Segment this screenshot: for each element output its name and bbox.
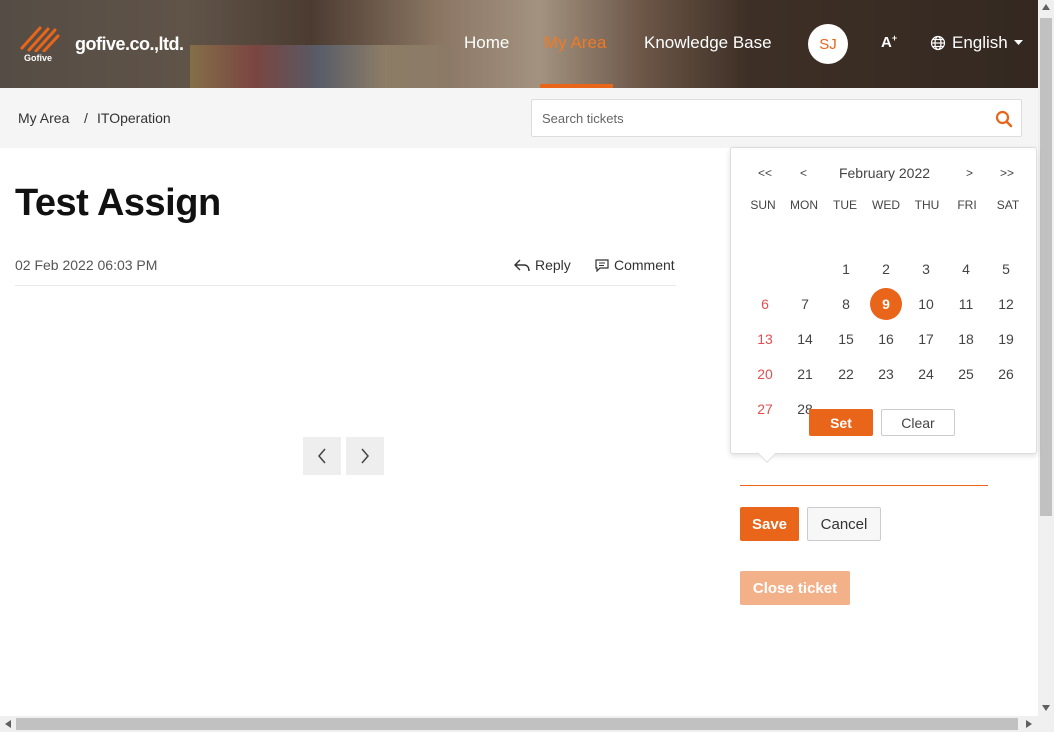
- divider: [15, 285, 676, 286]
- chevron-down-icon: [1013, 40, 1023, 45]
- weekday-wed: WED: [872, 198, 900, 212]
- horizontal-scroll-thumb[interactable]: [16, 718, 1018, 730]
- globe-icon: [930, 35, 946, 51]
- nav-my-area[interactable]: My Area: [544, 33, 606, 53]
- calendar-day[interactable]: 4: [950, 253, 982, 285]
- clear-button[interactable]: Clear: [881, 409, 955, 436]
- language-label: English: [952, 33, 1008, 52]
- sub-bar: My Area / ITOperation: [0, 88, 1038, 148]
- calendar-day[interactable]: 18: [950, 323, 982, 355]
- breadcrumb-itoperation[interactable]: ITOperation: [97, 110, 171, 126]
- scroll-down-icon[interactable]: [1042, 705, 1050, 711]
- calendar-day[interactable]: 5: [990, 253, 1022, 285]
- calendar-day[interactable]: 19: [990, 323, 1022, 355]
- comment-button[interactable]: Comment: [595, 257, 675, 273]
- search-icon[interactable]: [995, 110, 1013, 128]
- vertical-scroll-thumb[interactable]: [1040, 18, 1052, 516]
- calendar-day[interactable]: 11: [950, 288, 982, 320]
- reply-icon: [514, 259, 530, 271]
- reply-button[interactable]: Reply: [514, 257, 571, 273]
- scrollbar-corner: [1038, 716, 1054, 732]
- calendar-day[interactable]: 10: [910, 288, 942, 320]
- avatar[interactable]: SJ: [808, 24, 848, 64]
- calendar-day[interactable]: 22: [830, 358, 862, 390]
- comment-label: Comment: [614, 257, 675, 273]
- calendar-day-selected[interactable]: 9: [870, 288, 902, 320]
- calendar-day[interactable]: 24: [910, 358, 942, 390]
- datepicker: << < February 2022 > >> SUN MON TUE WED …: [730, 147, 1037, 454]
- brand-name: gofive.co.,ltd.: [75, 34, 184, 54]
- search-input[interactable]: [532, 100, 972, 136]
- calendar-day[interactable]: 15: [830, 323, 862, 355]
- next-button[interactable]: [346, 437, 384, 475]
- calendar-day[interactable]: 16: [870, 323, 902, 355]
- weekday-thu: THU: [914, 198, 940, 212]
- cancel-button[interactable]: Cancel: [807, 507, 881, 541]
- language-selector[interactable]: English: [930, 33, 1023, 53]
- active-nav-indicator: [540, 84, 613, 88]
- weekday-sun: SUN: [750, 198, 776, 212]
- calendar-day[interactable]: 26: [990, 358, 1022, 390]
- horizontal-scrollbar[interactable]: [0, 716, 1038, 732]
- calendar-day[interactable]: 2: [870, 253, 902, 285]
- month-label[interactable]: February 2022: [731, 165, 1038, 181]
- calendar-day[interactable]: 17: [910, 323, 942, 355]
- weekday-sat: SAT: [996, 198, 1020, 212]
- breadcrumb-my-area[interactable]: My Area: [18, 110, 69, 126]
- calendar-day[interactable]: 23: [870, 358, 902, 390]
- save-button[interactable]: Save: [740, 507, 799, 541]
- calendar-day[interactable]: 8: [830, 288, 862, 320]
- calendar-day[interactable]: 27: [749, 393, 781, 425]
- calendar-day[interactable]: 20: [749, 358, 781, 390]
- close-ticket-button[interactable]: Close ticket: [740, 571, 850, 605]
- calendar-day[interactable]: 6: [749, 288, 781, 320]
- font-size-icon[interactable]: A+: [881, 33, 897, 51]
- breadcrumb-separator: /: [84, 110, 88, 126]
- chevron-right-icon: [361, 448, 369, 464]
- scroll-up-icon[interactable]: [1042, 4, 1050, 10]
- scroll-right-icon[interactable]: [1026, 720, 1032, 728]
- logo-icon: [20, 26, 60, 52]
- scroll-left-icon[interactable]: [5, 720, 11, 728]
- comment-icon: [595, 258, 609, 272]
- vertical-scrollbar[interactable]: [1038, 0, 1054, 716]
- prev-button[interactable]: [303, 437, 341, 475]
- calendar-day[interactable]: 3: [910, 253, 942, 285]
- weekday-tue: TUE: [833, 198, 857, 212]
- calendar-day[interactable]: 7: [789, 288, 821, 320]
- set-button[interactable]: Set: [809, 409, 873, 436]
- reply-label: Reply: [535, 257, 571, 273]
- calendar-day[interactable]: 1: [830, 253, 862, 285]
- chevron-left-icon: [318, 448, 326, 464]
- calendar-day[interactable]: 13: [749, 323, 781, 355]
- nav-home[interactable]: Home: [464, 33, 509, 53]
- date-field-underline[interactable]: [740, 485, 988, 486]
- calendar-day[interactable]: 14: [789, 323, 821, 355]
- font-size-letter: A: [881, 34, 892, 51]
- next-month-button[interactable]: >: [966, 166, 973, 180]
- ticket-date: 02 Feb 2022 06:03 PM: [15, 257, 158, 273]
- calendar-day[interactable]: 25: [950, 358, 982, 390]
- nav-knowledge-base[interactable]: Knowledge Base: [644, 33, 772, 53]
- logo-text: Gofive: [24, 53, 53, 63]
- next-year-button[interactable]: >>: [1000, 166, 1014, 180]
- calendar-day[interactable]: 21: [789, 358, 821, 390]
- calendar-day[interactable]: 12: [990, 288, 1022, 320]
- search-box: [531, 99, 1022, 137]
- page-title: Test Assign: [15, 182, 221, 224]
- weekday-mon: MON: [790, 198, 818, 212]
- weekday-fri: FRI: [957, 198, 977, 212]
